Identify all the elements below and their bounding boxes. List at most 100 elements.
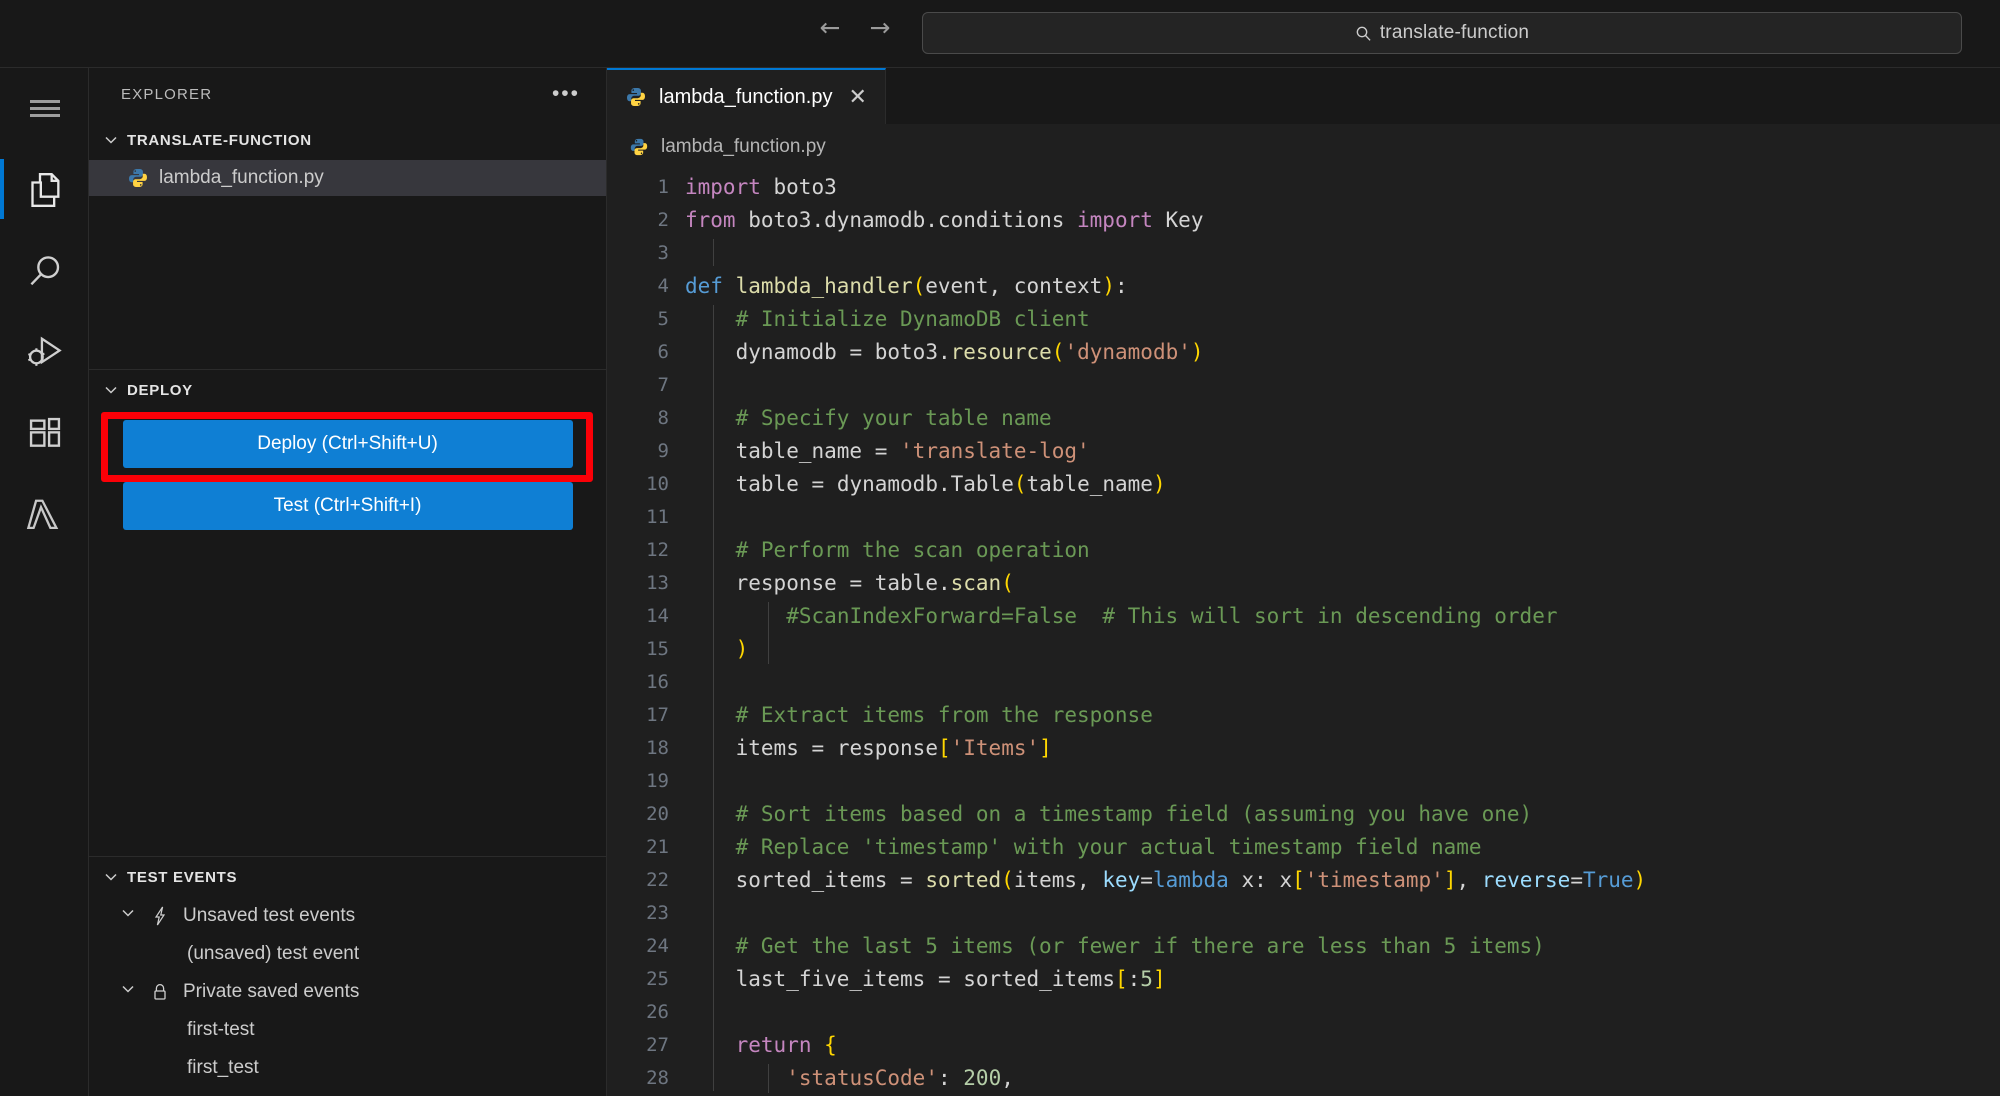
code-line-text[interactable]: def lambda_handler(event, context): (685, 274, 2000, 298)
line-number: 14 (646, 604, 669, 627)
forward-arrow-icon[interactable]: → (866, 14, 894, 42)
code-lines: 1 import boto3 2 from boto3.dynamodb.condit… (607, 170, 2000, 1094)
navigation-arrows: ← → (816, 14, 894, 42)
chevron-down-icon (105, 136, 117, 144)
line-number: 24 (646, 934, 669, 957)
sidebar-item-run-and-debug[interactable] (0, 311, 89, 392)
sidebar-item-explorer[interactable] (0, 149, 89, 230)
line-number: 28 (646, 1066, 669, 1089)
code-line-text[interactable]: # Initialize DynamoDB client (685, 307, 2000, 331)
sidebar-title: EXPLORER (121, 85, 213, 103)
indent-guide (768, 1064, 769, 1093)
breadcrumb[interactable]: lambda_function.py (607, 124, 2000, 170)
file-item-lambda-function-py[interactable]: lambda_function.py (89, 160, 606, 196)
code-line-text[interactable]: # Get the last 5 items (or fewer if ther… (685, 934, 2000, 958)
title-bar: ← → translate-function (0, 0, 2000, 68)
lock-icon (145, 982, 175, 1002)
lightning-bolt-icon (145, 906, 175, 926)
section-header-translate-function[interactable]: TRANSLATE-FUNCTION (89, 120, 606, 160)
code-line: 8 # Specify your table name (607, 401, 2000, 434)
explorer-pane: TRANSLATE-FUNCTION lambda_function.py (89, 120, 606, 370)
code-line-text[interactable]: # Perform the scan operation (685, 538, 2000, 562)
hamburger-menu-icon[interactable] (0, 68, 89, 149)
tree-group-label: Private saved events (183, 981, 360, 1002)
section-header-test-events[interactable]: TEST EVENTS (89, 857, 606, 897)
line-number: 7 (657, 373, 669, 396)
code-line-text[interactable]: dynamodb = boto3.resource('dynamodb') (685, 340, 2000, 364)
code-line-text[interactable]: ) (685, 637, 2000, 661)
section-header-deploy[interactable]: DEPLOY (89, 370, 606, 410)
line-number: 5 (657, 307, 669, 330)
close-icon[interactable]: ✕ (848, 86, 866, 108)
code-line-text[interactable]: sorted_items = sorted(items, key=lambda … (685, 868, 2000, 892)
sidebar-item-extensions[interactable] (0, 392, 89, 473)
line-number: 23 (646, 901, 669, 924)
code-line-text[interactable]: import boto3 (685, 175, 2000, 199)
deploy-pane: DEPLOY Deploy (Ctrl+Shift+U) Test (Ctrl+… (89, 370, 606, 857)
code-line-text[interactable]: last_five_items = sorted_items[:5] (685, 967, 2000, 991)
tree-group-unsaved-test-events[interactable]: Unsaved test events (89, 897, 606, 935)
code-line-text[interactable]: table = dynamodb.Table(table_name) (685, 472, 2000, 496)
section-label: TEST EVENTS (127, 868, 238, 886)
code-line: 24 # Get the last 5 items (or fewer if t… (607, 929, 2000, 962)
tree-group-private-saved-events[interactable]: Private saved events (89, 973, 606, 1011)
back-arrow-icon[interactable]: ← (816, 14, 844, 42)
line-number: 25 (646, 967, 669, 990)
line-number: 17 (646, 703, 669, 726)
search-input-value[interactable]: translate-function (1380, 22, 1529, 44)
indent-guide (713, 305, 714, 1091)
hamburger-menu-glyph (29, 99, 60, 117)
tab-lambda-function-py[interactable]: lambda_function.py ✕ (607, 68, 886, 124)
code-line-text[interactable]: #ScanIndexForward=False # This will sort… (685, 604, 2000, 628)
line-number: 27 (646, 1033, 669, 1056)
lambda-icon (26, 499, 58, 529)
test-events-pane: TEST EVENTS Unsaved test events (unsaved… (89, 857, 606, 1087)
line-number: 13 (646, 571, 669, 594)
code-line-text[interactable]: 'statusCode': 200, (685, 1066, 2000, 1090)
code-line: 3 (607, 236, 2000, 269)
code-line-text[interactable]: response = table.scan( (685, 571, 2000, 595)
code-line: 10 table = dynamodb.Table(table_name) (607, 467, 2000, 500)
code-line-text[interactable]: # Sort items based on a timestamp field … (685, 802, 2000, 826)
code-line: 27 return { (607, 1028, 2000, 1061)
code-line: 26 (607, 995, 2000, 1028)
code-line-text[interactable]: # Specify your table name (685, 406, 2000, 430)
editor-tab-bar: lambda_function.py ✕ (607, 68, 2000, 124)
code-line-text[interactable]: from boto3.dynamodb.conditions import Ke… (685, 208, 2000, 232)
code-line: 20 # Sort items based on a timestamp fie… (607, 797, 2000, 830)
sidebar-item-search[interactable] (0, 230, 89, 311)
deploy-button[interactable]: Deploy (Ctrl+Shift+U) (122, 420, 573, 468)
code-line: 18 items = response['Items'] (607, 731, 2000, 764)
sidebar-more-actions-icon[interactable]: ••• (552, 83, 580, 104)
command-center-search[interactable]: translate-function (922, 12, 1962, 54)
chevron-down-icon (111, 905, 145, 927)
line-number: 21 (646, 835, 669, 858)
test-event-item[interactable]: first-test (89, 1011, 606, 1049)
tab-label: lambda_function.py (659, 85, 833, 108)
code-line-text[interactable]: items = response['Items'] (685, 736, 2000, 760)
code-line: 4 def lambda_handler(event, context): (607, 269, 2000, 302)
line-number: 20 (646, 802, 669, 825)
code-editor[interactable]: 1 import boto3 2 from boto3.dynamodb.condit… (607, 170, 2000, 1096)
line-number: 15 (646, 637, 669, 660)
line-number: 16 (646, 670, 669, 693)
code-line: 11 (607, 500, 2000, 533)
chevron-down-icon (105, 873, 117, 881)
test-event-item[interactable]: first_test (89, 1049, 606, 1087)
line-number: 18 (646, 736, 669, 759)
test-button[interactable]: Test (Ctrl+Shift+I) (122, 482, 573, 530)
code-line: 6 dynamodb = boto3.resource('dynamodb') (607, 335, 2000, 368)
code-line-text[interactable]: # Replace 'timestamp' with your actual t… (685, 835, 2000, 859)
code-line-text[interactable]: table_name = 'translate-log' (685, 439, 2000, 463)
code-line-text[interactable]: return { (685, 1033, 2000, 1057)
sidebar-item-aws-lambda[interactable] (0, 473, 89, 554)
line-number: 10 (646, 472, 669, 495)
test-event-item[interactable]: (unsaved) test event (89, 935, 606, 973)
section-label: TRANSLATE-FUNCTION (127, 131, 312, 149)
code-line: 23 (607, 896, 2000, 929)
code-line-text[interactable]: # Extract items from the response (685, 703, 2000, 727)
activity-bar (0, 68, 89, 1096)
sidebar-title-bar: EXPLORER ••• (89, 68, 606, 120)
code-line: 25 last_five_items = sorted_items[:5] (607, 962, 2000, 995)
code-line: 16 (607, 665, 2000, 698)
